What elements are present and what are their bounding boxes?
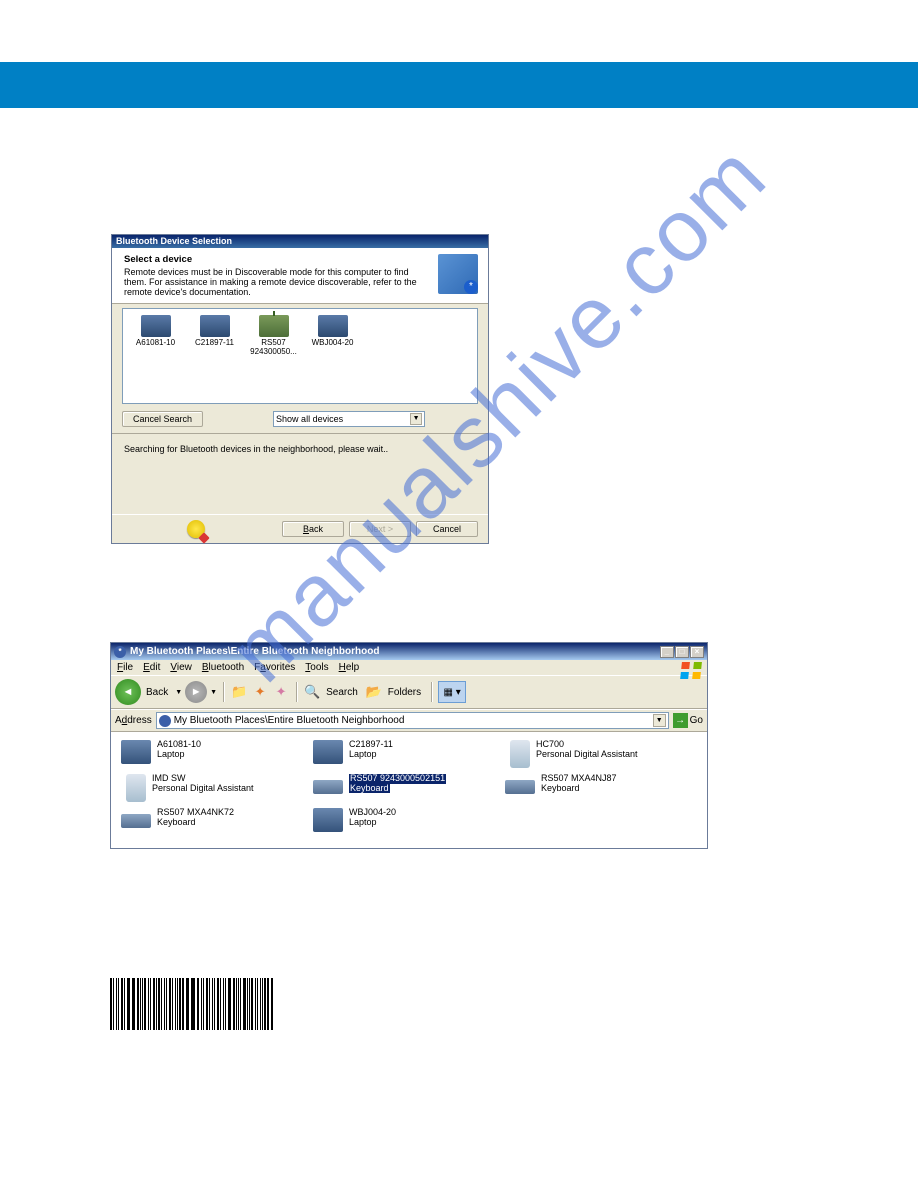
device-item[interactable]: C21897-11 [188, 315, 241, 397]
bt-device-item[interactable]: RS507 MXA4NK72Keyboard [121, 808, 313, 832]
explorer-titlebar: * My Bluetooth Places\Entire Bluetooth N… [111, 643, 707, 660]
bt-device-item[interactable]: RS507 MXA4NJ87Keyboard [505, 774, 697, 802]
menu-favorites[interactable]: Favorites [254, 662, 295, 673]
item-type: Keyboard [349, 783, 390, 793]
go-button[interactable]: → Go [673, 713, 703, 728]
bluetooth-selection-dialog: Bluetooth Device Selection Select a devi… [111, 234, 489, 544]
device-label: RS507 924300050... [250, 338, 297, 356]
maximize-button[interactable]: □ [675, 646, 689, 658]
cancel-button[interactable]: Cancel [416, 521, 478, 537]
dialog-header-bold: Select a device [124, 254, 432, 265]
item-type: Keyboard [541, 783, 580, 793]
barcode-graphic [110, 978, 274, 1030]
laptop-icon [200, 315, 230, 337]
menu-file[interactable]: File [117, 662, 133, 673]
device-label: WBJ004-20 [312, 338, 354, 347]
device-label: A61081-10 [136, 338, 175, 347]
minimize-button[interactable]: _ [660, 646, 674, 658]
item-type: Laptop [349, 749, 377, 759]
up-folder-icon[interactable]: 📁 [230, 683, 248, 701]
address-field[interactable]: My Bluetooth Places\Entire Bluetooth Nei… [156, 712, 669, 729]
device-list[interactable]: A61081-10 C21897-11 RS507 924300050... W… [122, 308, 478, 404]
device-item[interactable]: WBJ004-20 [306, 315, 359, 397]
go-label: Go [690, 715, 703, 726]
nav-back-button[interactable]: ◄ [115, 679, 141, 705]
window-title: My Bluetooth Places\Entire Bluetooth Nei… [130, 646, 379, 657]
menu-help[interactable]: Help [339, 662, 360, 673]
address-bar: Address My Bluetooth Places\Entire Bluet… [111, 709, 707, 732]
toolbar: ◄ Back ▼ ► ▼ 📁 ✦ ✦ 🔍 Search 📂 Folders ▦ … [111, 675, 707, 709]
dialog-header: Select a device Remote devices must be i… [112, 248, 488, 304]
laptop-icon [318, 315, 348, 337]
bluetooth-location-icon [159, 715, 171, 727]
dialog-titlebar: Bluetooth Device Selection [112, 235, 488, 248]
laptop-icon [313, 808, 343, 832]
bluetooth-computer-icon: * [438, 254, 478, 294]
select-value: Show all devices [276, 414, 343, 424]
menu-view[interactable]: View [170, 662, 192, 673]
bt-device-item[interactable]: C21897-11Laptop [313, 740, 505, 768]
device-item[interactable]: RS507 924300050... [247, 315, 300, 397]
next-button: Next > [349, 521, 411, 537]
bt-device-item-selected[interactable]: RS507 9243000502151Keyboard [313, 774, 505, 802]
device-label: C21897-11 [195, 338, 234, 347]
search-label: Search [326, 687, 358, 698]
item-type: Laptop [349, 817, 377, 827]
go-arrow-icon: → [673, 713, 688, 728]
bt-device-item[interactable]: WBJ004-20Laptop [313, 808, 505, 832]
laptop-icon [141, 315, 171, 337]
router-icon [259, 315, 289, 337]
keyboard-icon [313, 780, 343, 794]
device-filter-select[interactable]: Show all devices ▼ [273, 411, 425, 427]
laptop-icon [121, 740, 151, 764]
pda-icon [510, 740, 530, 768]
menu-edit[interactable]: Edit [143, 662, 160, 673]
key-icon [187, 520, 205, 538]
star-icon[interactable]: ✦ [251, 683, 269, 701]
keyboard-icon [121, 814, 151, 828]
keyboard-icon [505, 780, 535, 794]
bt-device-item[interactable]: A61081-10Laptop [121, 740, 313, 768]
item-type: Keyboard [157, 817, 196, 827]
menu-tools[interactable]: Tools [305, 662, 328, 673]
back-button[interactable]: Back [282, 521, 344, 537]
back-label: Back [146, 687, 168, 698]
device-item[interactable]: A61081-10 [129, 315, 182, 397]
bluetooth-icon: * [114, 646, 126, 658]
explorer-content: A61081-10Laptop C21897-11Laptop HC700Per… [111, 732, 707, 848]
search-icon[interactable]: 🔍 [303, 683, 321, 701]
chevron-down-icon: ▼ [410, 413, 422, 425]
address-label: Address [115, 715, 152, 726]
item-type: Laptop [157, 749, 185, 759]
item-type: Personal Digital Assistant [152, 783, 254, 793]
menu-bluetooth[interactable]: Bluetooth [202, 662, 244, 673]
item-type: Personal Digital Assistant [536, 749, 638, 759]
dialog-header-desc: Remote devices must be in Discoverable m… [124, 267, 417, 297]
menu-bar: File Edit View Bluetooth Favorites Tools… [111, 660, 707, 675]
chevron-down-icon[interactable]: ▼ [653, 714, 666, 727]
address-value: My Bluetooth Places\Entire Bluetooth Nei… [174, 715, 405, 726]
page-header-bar [0, 62, 918, 108]
bt-device-item[interactable]: HC700Personal Digital Assistant [505, 740, 697, 768]
tool-icon[interactable]: ✦ [272, 683, 290, 701]
laptop-icon [313, 740, 343, 764]
pda-icon [126, 774, 146, 802]
close-button[interactable]: × [690, 646, 704, 658]
folders-label: Folders [388, 687, 421, 698]
status-text: Searching for Bluetooth devices in the n… [112, 434, 488, 514]
view-mode-button[interactable]: ▦ ▾ [438, 681, 466, 703]
nav-forward-button[interactable]: ► [185, 681, 207, 703]
windows-flag-icon [680, 662, 704, 680]
bt-device-item[interactable]: IMD SWPersonal Digital Assistant [121, 774, 313, 802]
explorer-window: * My Bluetooth Places\Entire Bluetooth N… [110, 642, 708, 849]
cancel-search-button[interactable]: Cancel Search [122, 411, 203, 427]
folders-icon[interactable]: 📂 [365, 683, 383, 701]
